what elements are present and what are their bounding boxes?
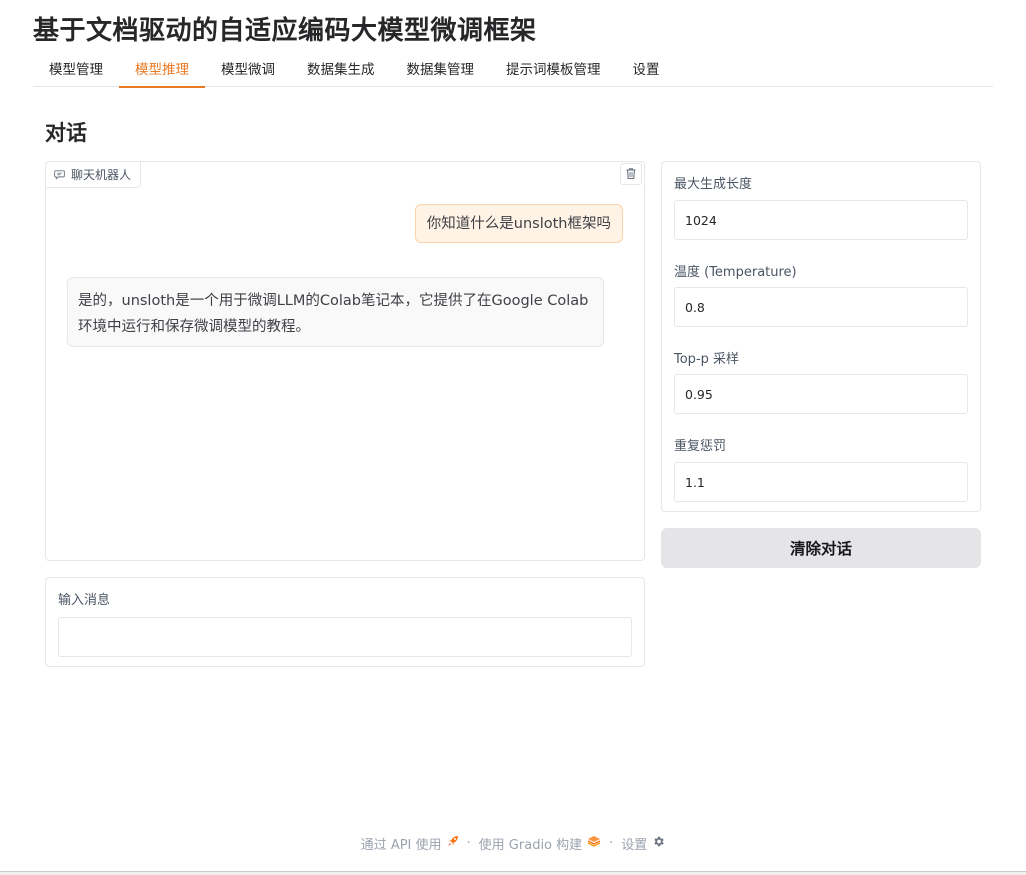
message-input[interactable] xyxy=(58,617,632,657)
user-message-bubble: 你知道什么是unsloth框架吗 xyxy=(414,204,623,243)
footer-api-label: 通过 API 使用 xyxy=(360,837,442,853)
tab-dataset-generation[interactable]: 数据集生成 xyxy=(291,54,391,87)
use-via-api-link[interactable]: 通过 API 使用 xyxy=(361,834,459,853)
window-bottom-edge xyxy=(0,871,1026,875)
footer-gradio-label: 使用 Gradio 构建 xyxy=(478,837,583,853)
top-p-label: Top-p 采样 xyxy=(674,352,740,367)
footer: 通过 API 使用 · 使用 Gradio 构建 · 设置 xyxy=(0,833,1026,853)
app-title: 基于文档驱动的自适应编码大模型微调框架 xyxy=(33,16,537,46)
gradio-logo-icon xyxy=(587,835,601,851)
generation-params-panel: 最大生成长度 温度 (Temperature) Top-p 采样 重复惩罚 xyxy=(661,161,981,512)
section-title: 对话 xyxy=(45,121,87,145)
clear-conversation-button[interactable]: 清除对话 xyxy=(661,528,981,568)
chatbot-panel: 聊天机器人 你知道什么是unsloth框架吗 是的，unsloth是一个用于微调… xyxy=(45,161,645,561)
tab-model-finetune[interactable]: 模型微调 xyxy=(205,54,291,87)
clear-chat-icon-button[interactable] xyxy=(620,163,642,185)
max-length-label: 最大生成长度 xyxy=(674,177,753,192)
built-with-gradio-link[interactable]: 使用 Gradio 构建 xyxy=(479,834,601,853)
footer-separator: · xyxy=(466,835,471,851)
message-input-panel: 输入消息 xyxy=(45,577,645,667)
chatbot-label: 聊天机器人 xyxy=(71,168,132,182)
temperature-input[interactable] xyxy=(674,287,968,327)
tab-model-inference[interactable]: 模型推理 xyxy=(119,54,205,88)
rocket-icon xyxy=(447,835,459,851)
trash-icon xyxy=(625,165,637,184)
top-p-input[interactable] xyxy=(674,374,968,414)
repetition-penalty-label: 重复惩罚 xyxy=(674,439,727,454)
footer-settings-label: 设置 xyxy=(621,837,648,853)
footer-settings-link[interactable]: 设置 xyxy=(621,834,665,853)
tab-bar: 模型管理 模型推理 模型微调 数据集生成 数据集管理 提示词模板管理 设置 xyxy=(33,54,993,88)
tab-prompt-template-management[interactable]: 提示词模板管理 xyxy=(490,54,617,87)
temperature-label: 温度 (Temperature) xyxy=(674,265,797,280)
chatbot-label-badge: 聊天机器人 xyxy=(46,162,142,188)
message-input-label: 输入消息 xyxy=(58,593,111,608)
chat-icon xyxy=(54,169,65,180)
assistant-message-bubble: 是的，unsloth是一个用于微调LLM的Colab笔记本，它提供了在Googl… xyxy=(67,277,604,347)
max-length-input[interactable] xyxy=(674,200,968,240)
repetition-penalty-input[interactable] xyxy=(674,462,968,502)
gear-icon xyxy=(652,835,665,852)
footer-separator: · xyxy=(609,835,614,851)
tab-model-management[interactable]: 模型管理 xyxy=(33,54,119,87)
tab-dataset-management[interactable]: 数据集管理 xyxy=(391,54,491,87)
tab-settings[interactable]: 设置 xyxy=(617,54,676,87)
